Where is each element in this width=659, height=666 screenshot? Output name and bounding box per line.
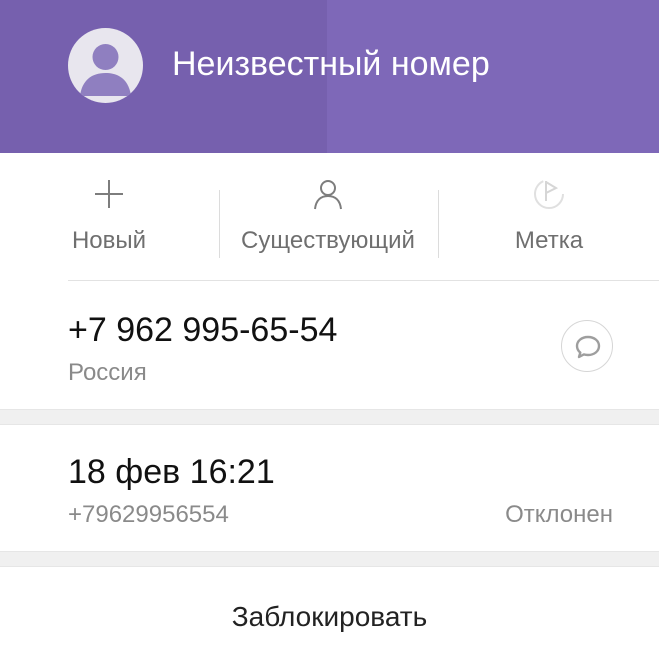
plus-icon xyxy=(92,177,126,211)
section-gap xyxy=(0,409,659,425)
block-section: Заблокировать xyxy=(0,567,659,666)
tag-button[interactable]: Метка xyxy=(478,153,620,281)
call-log-entry[interactable]: 18 фев 16:21 +79629956554 Отклонен xyxy=(0,425,659,551)
section-gap xyxy=(0,551,659,567)
contact-actions: Новый Существующий Метка xyxy=(0,153,659,281)
existing-contact-button[interactable]: Существующий xyxy=(228,153,428,281)
header: Неизвестный номер xyxy=(0,0,659,153)
message-button[interactable] xyxy=(561,320,613,372)
call-datetime: 18 фев 16:21 xyxy=(68,453,275,491)
new-contact-button[interactable]: Новый xyxy=(40,153,178,281)
person-outline-icon xyxy=(311,177,345,211)
existing-contact-label: Существующий xyxy=(241,227,415,254)
contact-info: +7 962 995-65-54 Россия xyxy=(0,281,659,409)
phone-number[interactable]: +7 962 995-65-54 xyxy=(68,311,337,350)
flag-icon xyxy=(532,177,566,211)
call-number: +79629956554 xyxy=(68,501,229,528)
divider xyxy=(219,190,220,258)
block-button[interactable]: Заблокировать xyxy=(0,601,659,633)
person-icon xyxy=(68,28,143,103)
country-label: Россия xyxy=(68,359,147,386)
call-status: Отклонен xyxy=(505,501,613,528)
page-title: Неизвестный номер xyxy=(172,45,490,83)
tag-label: Метка xyxy=(514,227,584,254)
divider xyxy=(438,190,439,258)
new-contact-label: Новый xyxy=(71,227,147,254)
message-bubble-icon xyxy=(575,335,601,359)
